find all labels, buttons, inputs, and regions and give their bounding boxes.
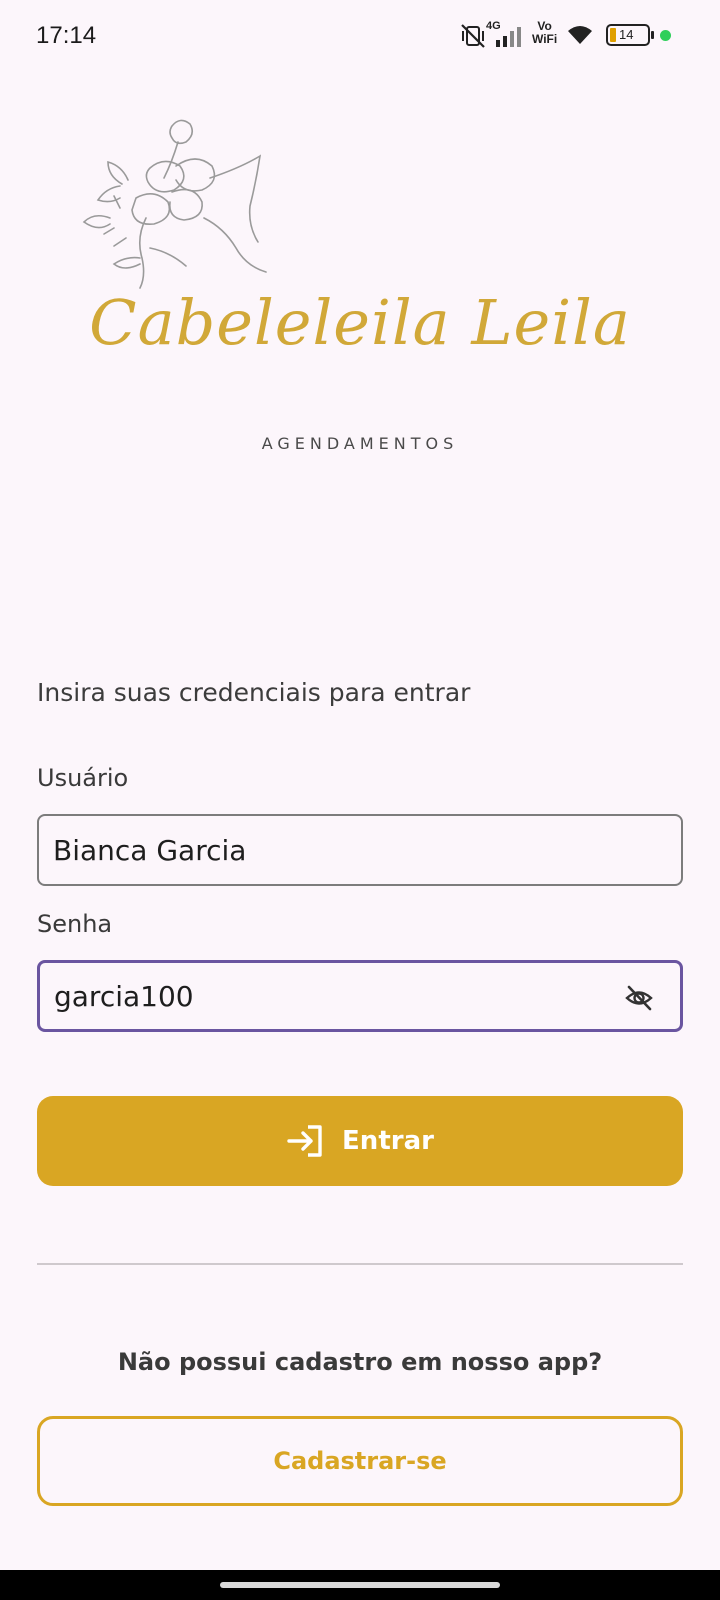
mute-vibrate-icon — [461, 24, 485, 48]
battery-tip — [651, 31, 654, 39]
login-icon — [287, 1125, 322, 1157]
battery-level: 14 — [619, 27, 634, 42]
username-field[interactable]: Bianca Garcia — [37, 814, 683, 886]
login-prompt: Insira suas credenciais para entrar — [37, 678, 471, 707]
system-nav-bar — [0, 1570, 720, 1600]
home-gesture-handle[interactable] — [220, 1582, 500, 1588]
password-label: Senha — [37, 910, 113, 938]
battery-fill — [610, 28, 616, 42]
login-button[interactable]: Entrar — [37, 1096, 683, 1186]
password-field[interactable]: garcia100 — [37, 960, 683, 1032]
dot-icon — [660, 30, 671, 41]
eye-off-icon[interactable] — [624, 983, 654, 1013]
battery-icon: 14 — [606, 24, 654, 46]
logo-subtitle: AGENDAMENTOS — [261, 434, 459, 453]
username-value: Bianca Garcia — [53, 833, 247, 867]
signal-icon — [496, 27, 521, 47]
status-time: 17:14 — [36, 22, 97, 49]
signup-button[interactable]: Cadastrar-se — [37, 1416, 683, 1506]
divider — [37, 1263, 683, 1265]
login-button-label: Entrar — [342, 1126, 434, 1156]
username-label: Usuário — [37, 764, 129, 792]
wifi-icon — [568, 26, 592, 44]
status-bar: 17:14 4G Vo WiFi 14 — [0, 0, 720, 72]
vowifi-top-label: Vo — [537, 19, 552, 33]
vowifi-icon: Vo WiFi — [532, 20, 557, 46]
vowifi-bottom-label: WiFi — [532, 32, 558, 46]
status-icons: 4G Vo WiFi 14 — [458, 20, 688, 52]
brand-name: Cabeleleila Leila — [89, 286, 631, 359]
signup-question: Não possui cadastro em nosso app? — [117, 1348, 603, 1376]
flower-illustration — [82, 119, 267, 289]
password-value: garcia100 — [54, 979, 194, 1013]
brand-logo: Cabeleleila Leila — [82, 119, 631, 359]
signup-button-label: Cadastrar-se — [273, 1447, 447, 1475]
